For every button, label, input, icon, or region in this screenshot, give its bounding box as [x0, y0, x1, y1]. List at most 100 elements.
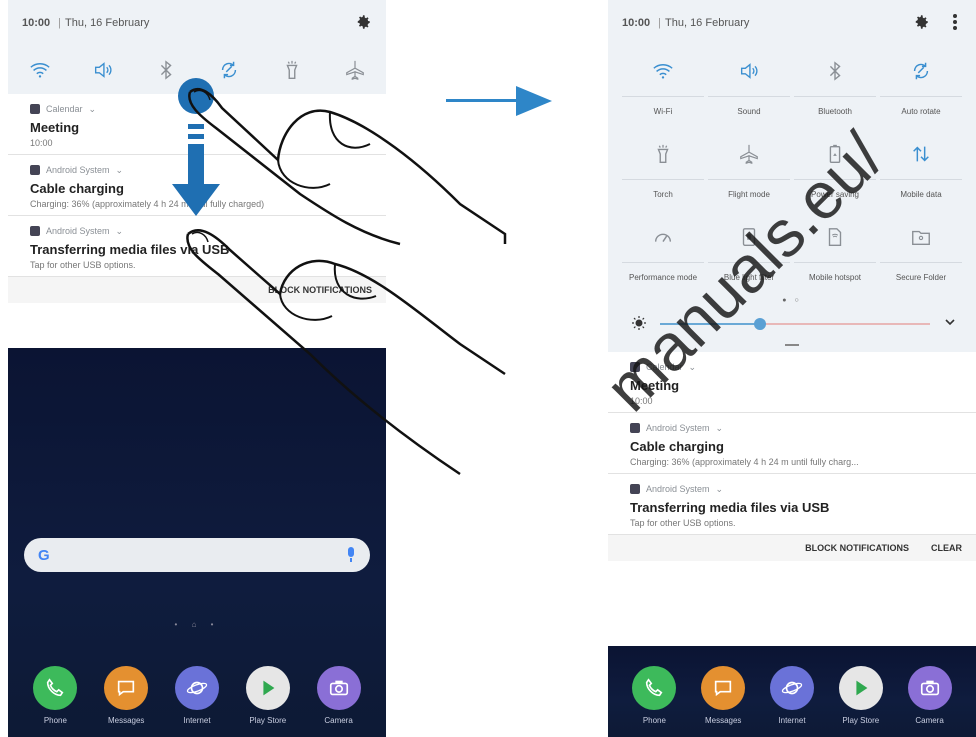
- app-icon: [30, 104, 40, 114]
- dock-app-label: Messages: [704, 716, 742, 725]
- app-icon: [30, 226, 40, 236]
- bluetooth-icon[interactable]: [155, 59, 177, 81]
- block-notifications-button[interactable]: BLOCK NOTIFICATIONS: [268, 285, 372, 295]
- dock-app-phone[interactable]: Phone: [625, 666, 683, 725]
- clear-button[interactable]: CLEAR: [931, 543, 962, 553]
- dock-app-play-store[interactable]: Play Store: [239, 666, 297, 725]
- tile-divider: [622, 262, 704, 263]
- wifi-icon[interactable]: [29, 59, 51, 81]
- phone-icon: [632, 666, 677, 710]
- notification-list: Calendar ⌄ Meeting 10:00 Android System ⌄ Cabl…: [8, 94, 386, 277]
- sound-icon[interactable]: [92, 59, 114, 81]
- quick-settings-row: [8, 46, 386, 94]
- app-icon: [30, 165, 40, 175]
- notification-title: Cable charging: [630, 439, 724, 454]
- auto-rotate-icon[interactable]: [218, 59, 240, 81]
- notification-item[interactable]: Android System ⌄ Transferring media files …: [608, 474, 976, 535]
- notification-header: Android System ⌄: [30, 224, 372, 238]
- quick-settings-tile-row: Wi-Fi Sound Bluetooth Auto rotate: [618, 46, 966, 129]
- dock-app-camera[interactable]: Camera: [310, 666, 368, 725]
- dock-app-label: Internet: [778, 716, 806, 725]
- notification-item[interactable]: Calendar ⌄ Meeting 10:00: [8, 94, 386, 155]
- block-notifications-button[interactable]: BLOCK NOTIFICATIONS: [805, 543, 909, 553]
- wifi-icon: [652, 60, 674, 82]
- bluetooth-icon: [824, 60, 846, 82]
- dock-app-internet[interactable]: Internet: [168, 666, 226, 725]
- notification-body: Tap for other USB options.: [630, 518, 736, 528]
- quick-tile-wifi[interactable]: Wi-Fi: [622, 60, 704, 129]
- chevron-down-icon[interactable]: ⌄: [116, 165, 124, 176]
- dock-app-messages[interactable]: Messages: [97, 666, 155, 725]
- gear-icon[interactable]: [912, 13, 930, 31]
- performance-icon: [652, 226, 674, 248]
- notification-body: 10:00: [30, 138, 53, 148]
- secure-folder-icon: [910, 226, 932, 248]
- quick-tile-mobile-data[interactable]: Mobile data: [880, 143, 962, 212]
- dock-app-play-store[interactable]: Play Store: [832, 666, 890, 725]
- chevron-down-icon[interactable]: ⌄: [89, 104, 97, 115]
- page-indicator: • ⌂ •: [174, 620, 220, 629]
- torch-icon[interactable]: [281, 59, 303, 81]
- auto-rotate-icon: [910, 60, 932, 82]
- dock-app-camera[interactable]: Camera: [901, 666, 959, 725]
- tile-label: Auto rotate: [901, 107, 941, 116]
- quick-tile-bluetooth[interactable]: Bluetooth: [794, 60, 876, 129]
- tile-divider: [880, 96, 962, 97]
- status-bar: 10:00 | Thu, 16 February: [8, 0, 386, 46]
- chevron-down-icon[interactable]: ⌄: [116, 226, 124, 237]
- tile-divider: [880, 262, 962, 263]
- dock-app-label: Camera: [324, 716, 353, 725]
- chevron-down-icon[interactable]: ⌄: [716, 423, 724, 434]
- phone-left-screen: 10:00 | Thu, 16 February Calendar ⌄ Meetin…: [8, 0, 386, 737]
- quick-tile-sound[interactable]: Sound: [708, 60, 790, 129]
- messages-icon: [104, 666, 149, 710]
- play-store-icon: [245, 666, 290, 710]
- brightness-thumb[interactable]: [753, 318, 766, 330]
- notification-app-name: Calendar: [46, 104, 83, 114]
- status-bar: 10:00 | Thu, 16 February: [608, 0, 976, 46]
- right-arrow-icon: [446, 86, 552, 116]
- internet-icon: [769, 666, 814, 710]
- dock-app-phone[interactable]: Phone: [26, 666, 84, 725]
- mobile-data-icon: [910, 143, 932, 165]
- home-screen: G • ⌂ • Phone Messages Internet Play Store C…: [8, 348, 386, 737]
- torch-icon: [652, 143, 674, 165]
- tile-label: Sound: [737, 107, 761, 116]
- microphone-icon[interactable]: [346, 547, 356, 563]
- tile-divider: [622, 179, 704, 180]
- play-store-icon: [838, 666, 883, 710]
- messages-icon: [701, 666, 746, 710]
- notification-body: 10:00: [630, 396, 653, 406]
- app-icon: [630, 423, 640, 433]
- chevron-down-icon[interactable]: ⌄: [716, 484, 724, 495]
- status-date: Thu, 16 February: [665, 17, 750, 29]
- notification-app-name: Android System: [646, 423, 710, 433]
- airplane-icon: [738, 143, 760, 165]
- camera-icon: [907, 666, 952, 710]
- notification-item[interactable]: Android System ⌄ Transferring media files …: [8, 216, 386, 277]
- google-logo: G: [38, 546, 50, 564]
- gear-icon[interactable]: [354, 13, 372, 31]
- status-time: 10:00: [622, 17, 651, 29]
- notification-header: Android System ⌄: [630, 421, 962, 435]
- more-options-icon[interactable]: [952, 12, 958, 32]
- quick-tile-torch[interactable]: Torch: [622, 143, 704, 212]
- notification-item[interactable]: Android System ⌄ Cable charging Charging: 3…: [608, 413, 976, 474]
- notification-header: Android System ⌄: [630, 482, 962, 496]
- notification-title: Transferring media files via USB: [30, 242, 230, 257]
- sound-icon: [738, 60, 760, 82]
- tile-label: Wi-Fi: [653, 107, 673, 116]
- dock-app-internet[interactable]: Internet: [763, 666, 821, 725]
- notification-item[interactable]: Android System ⌄ Cable charging Charging: 3…: [8, 155, 386, 216]
- chevron-down-icon[interactable]: [944, 316, 956, 328]
- quick-tile-secure-folder[interactable]: Secure Folder: [880, 226, 962, 295]
- quick-tile-auto-rotate[interactable]: Auto rotate: [880, 60, 962, 129]
- status-separator: |: [58, 17, 61, 29]
- google-search-bar[interactable]: G: [24, 538, 370, 572]
- dock-app-label: Internet: [183, 716, 211, 725]
- dock-app-messages[interactable]: Messages: [694, 666, 752, 725]
- tile-divider: [708, 96, 790, 97]
- tile-label: Mobile data: [900, 190, 942, 199]
- dock-app-label: Camera: [915, 716, 944, 725]
- airplane-icon[interactable]: [344, 59, 366, 81]
